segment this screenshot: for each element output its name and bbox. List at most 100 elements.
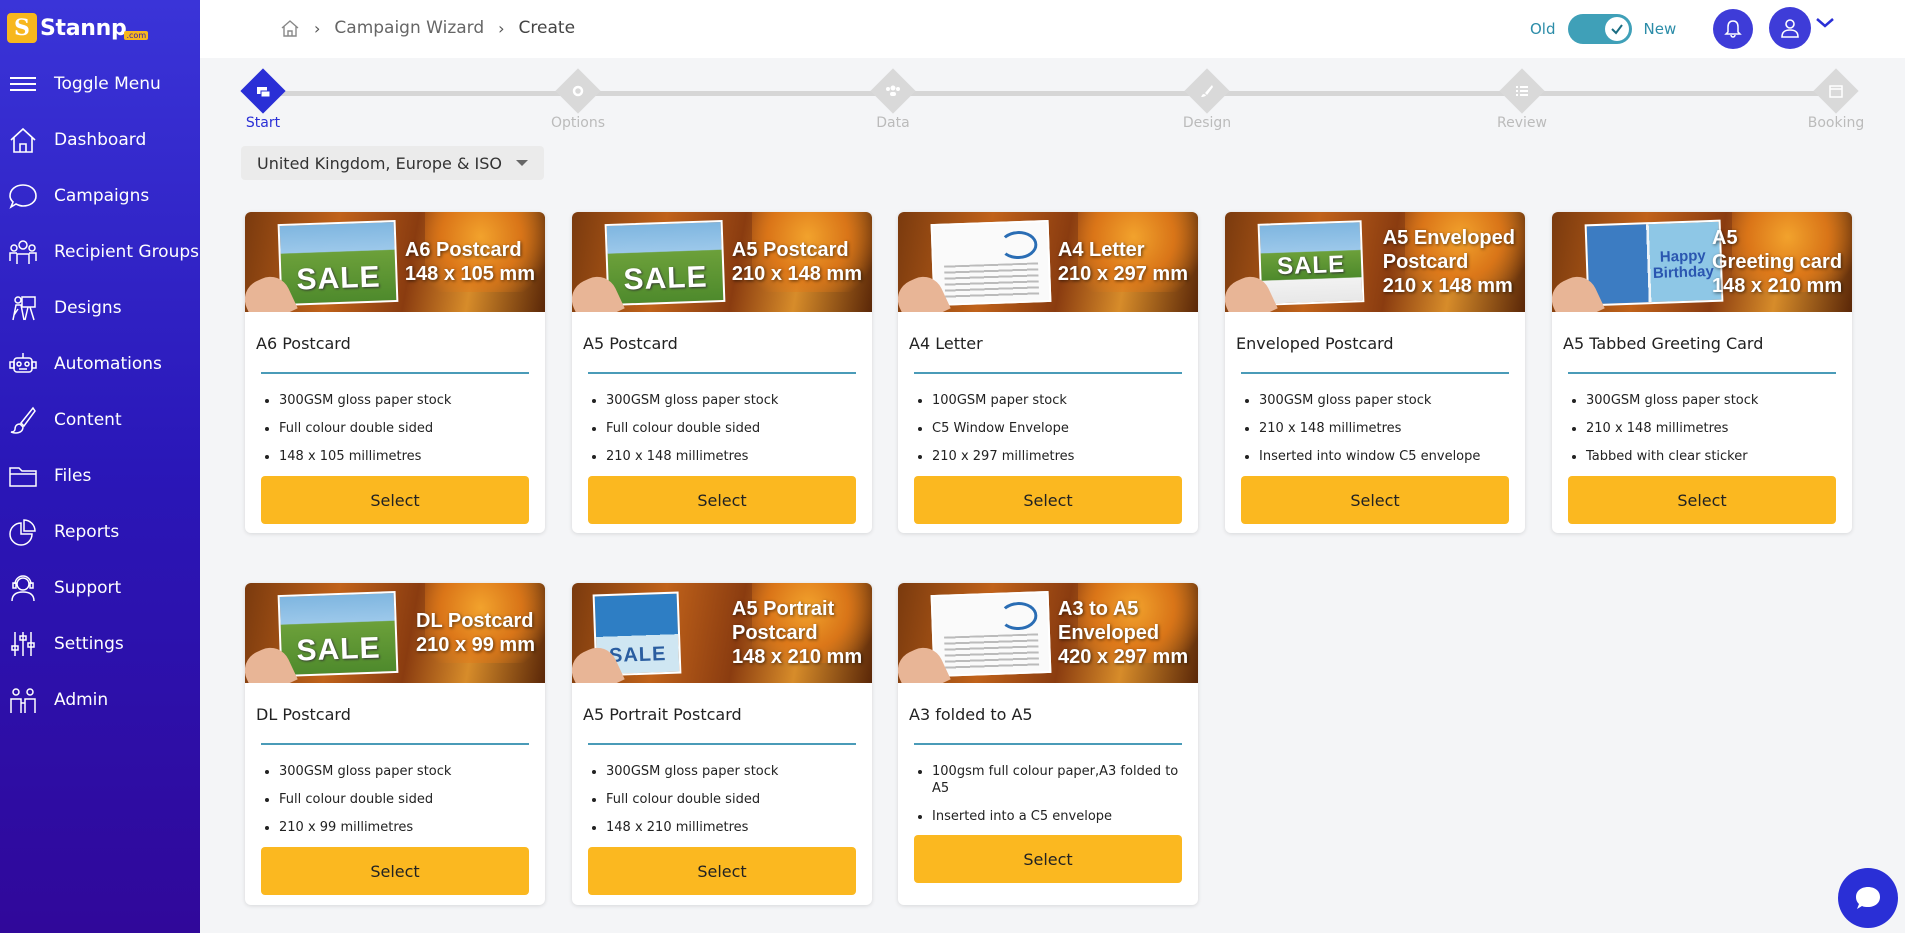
feature-item: C5 Window Envelope	[914, 420, 1182, 437]
home-icon	[10, 127, 36, 153]
product-card-a3-folded-to-a5: A3 to A5 Enveloped 420 x 297 mm A3 folde…	[898, 583, 1198, 905]
sidebar-item-automations[interactable]: Automations	[0, 336, 200, 392]
brand-name: Stannp	[40, 15, 127, 41]
card-banner-image: SALE A5 Enveloped Postcard 210 x 148 mm	[1225, 212, 1525, 312]
toggle-old-label: Old	[1530, 20, 1556, 38]
home-icon[interactable]	[280, 18, 300, 38]
sidebar-item-label: Files	[54, 466, 92, 486]
select-button[interactable]: Select	[261, 476, 529, 524]
top-bar: › Campaign Wizard › Create Old New	[200, 0, 1905, 58]
sidebar-item-reports[interactable]: Reports	[0, 504, 200, 560]
feature-item: Tabbed with clear sticker	[1568, 448, 1836, 465]
banner-text: A3 to A5 Enveloped 420 x 297 mm	[1058, 583, 1188, 683]
breadcrumb-campaign-wizard[interactable]: Campaign Wizard	[334, 18, 484, 38]
step-review[interactable]: Review	[1492, 68, 1552, 131]
feature-item: 300GSM gloss paper stock	[1568, 392, 1836, 409]
feature-item: Full colour double sided	[588, 420, 856, 437]
banner-line: A6 Postcard	[404, 239, 522, 261]
banner-line: 148 x 210 mm	[732, 646, 863, 668]
banner-line: A5 Postcard	[731, 239, 849, 261]
envelope-icon	[240, 68, 286, 114]
step-design[interactable]: Design	[1177, 68, 1237, 131]
banner-text: DL Postcard 210 x 99 mm	[416, 583, 535, 683]
chat-bubble-icon	[1856, 887, 1880, 909]
feature-item: Inserted into window C5 envelope	[1241, 448, 1509, 465]
card-title: A6 Postcard	[256, 334, 351, 353]
feature-item: Inserted into a C5 envelope	[914, 808, 1182, 825]
sidebar-item-label: Settings	[54, 634, 124, 654]
sidebar-item-designs[interactable]: Designs	[0, 280, 200, 336]
version-switch[interactable]	[1567, 14, 1632, 44]
banner-line: A5 Enveloped	[1382, 227, 1515, 249]
feature-item: 100gsm full colour paper,A3 folded to A5	[914, 763, 1182, 797]
feature-item: 148 x 210 millimetres	[588, 819, 856, 836]
sidebar-item-content[interactable]: Content	[0, 392, 200, 448]
feature-item: 100GSM paper stock	[914, 392, 1182, 409]
step-options[interactable]: Options	[548, 68, 608, 131]
chat-widget-button[interactable]	[1838, 868, 1898, 928]
sidebar-item-label: Toggle Menu	[54, 74, 161, 94]
banner-line: 210 x 99 mm	[416, 634, 535, 656]
card-title: A5 Postcard	[583, 334, 678, 353]
region-select[interactable]: United Kingdom, Europe & ISO	[241, 146, 544, 180]
sidebar-item-label: Content	[54, 410, 122, 430]
robot-icon	[9, 353, 37, 373]
banner-line: A3 to A5	[1058, 598, 1139, 620]
user-icon	[1781, 19, 1799, 38]
sidebar-item-support[interactable]: Support	[0, 560, 200, 616]
chevron-down-icon[interactable]	[1815, 16, 1835, 30]
sidebar-item-toggle-menu[interactable]: Toggle Menu	[0, 56, 200, 112]
sidebar-item-label: Recipient Groups	[54, 242, 200, 262]
user-avatar-button[interactable]	[1769, 7, 1811, 49]
list-icon	[1499, 68, 1545, 114]
greeting-card-image: Happy Birthday	[1584, 219, 1724, 307]
select-button[interactable]: Select	[914, 835, 1182, 883]
banner-line: Postcard	[732, 622, 818, 644]
card-title: A3 folded to A5	[909, 705, 1033, 724]
card-title: Enveloped Postcard	[1236, 334, 1394, 353]
menu-icon	[10, 77, 36, 91]
sidebar-item-dashboard[interactable]: Dashboard	[0, 112, 200, 168]
card-title: A5 Portrait Postcard	[583, 705, 742, 724]
breadcrumb: › Campaign Wizard › Create	[280, 18, 575, 38]
breadcrumb-current: Create	[518, 18, 576, 38]
sidebar-item-settings[interactable]: Settings	[0, 616, 200, 672]
step-start[interactable]: Start	[233, 68, 293, 131]
feature-item: 210 x 148 millimetres	[1241, 420, 1509, 437]
step-booking[interactable]: Booking	[1806, 68, 1866, 131]
sidebar-item-campaigns[interactable]: Campaigns	[0, 168, 200, 224]
select-button[interactable]: Select	[914, 476, 1182, 524]
sidebar-item-files[interactable]: Files	[0, 448, 200, 504]
select-button[interactable]: Select	[1568, 476, 1836, 524]
step-label: Booking	[1807, 115, 1865, 131]
feature-item: 300GSM gloss paper stock	[1241, 392, 1509, 409]
banner-line: 148 x 105 mm	[404, 263, 535, 285]
step-data[interactable]: Data	[863, 68, 923, 131]
banner-text: A5 Postcard 210 x 148 mm	[732, 212, 862, 312]
card-banner-image: SALE A5 Postcard 210 x 148 mm	[572, 212, 872, 312]
notifications-button[interactable]	[1713, 9, 1753, 49]
banner-text: A5 Greeting card 148 x 210 mm	[1712, 212, 1842, 312]
feature-list: 300GSM gloss paper stock 210 x 148 milli…	[1225, 374, 1525, 465]
sidebar-item-recipient-groups[interactable]: Recipient Groups	[0, 224, 200, 280]
select-button[interactable]: Select	[1241, 476, 1509, 524]
banner-text: A5 Enveloped Postcard 210 x 148 mm	[1383, 212, 1515, 312]
feature-item: 210 x 99 millimetres	[261, 819, 529, 836]
banner-line: A4 Letter	[1057, 239, 1145, 261]
calendar-icon	[1813, 68, 1859, 114]
select-button[interactable]: Select	[588, 476, 856, 524]
select-button[interactable]: Select	[588, 847, 856, 895]
feature-item: 148 x 105 millimetres	[261, 448, 529, 465]
step-label: Options	[550, 115, 606, 131]
sidebar-item-label: Admin	[54, 690, 109, 710]
stannp-logo-icon: S	[7, 13, 37, 43]
letter-image	[930, 590, 1052, 678]
sidebar-item-label: Campaigns	[54, 186, 150, 206]
breadcrumb-separator: ›	[498, 18, 505, 38]
folder-icon	[9, 467, 37, 487]
select-button[interactable]: Select	[261, 847, 529, 895]
feature-item: 300GSM gloss paper stock	[588, 392, 856, 409]
brand-logo[interactable]: S Stannp .com	[0, 0, 200, 56]
sidebar-item-admin[interactable]: Admin	[0, 672, 200, 728]
banner-line: Greeting card	[1712, 251, 1843, 273]
